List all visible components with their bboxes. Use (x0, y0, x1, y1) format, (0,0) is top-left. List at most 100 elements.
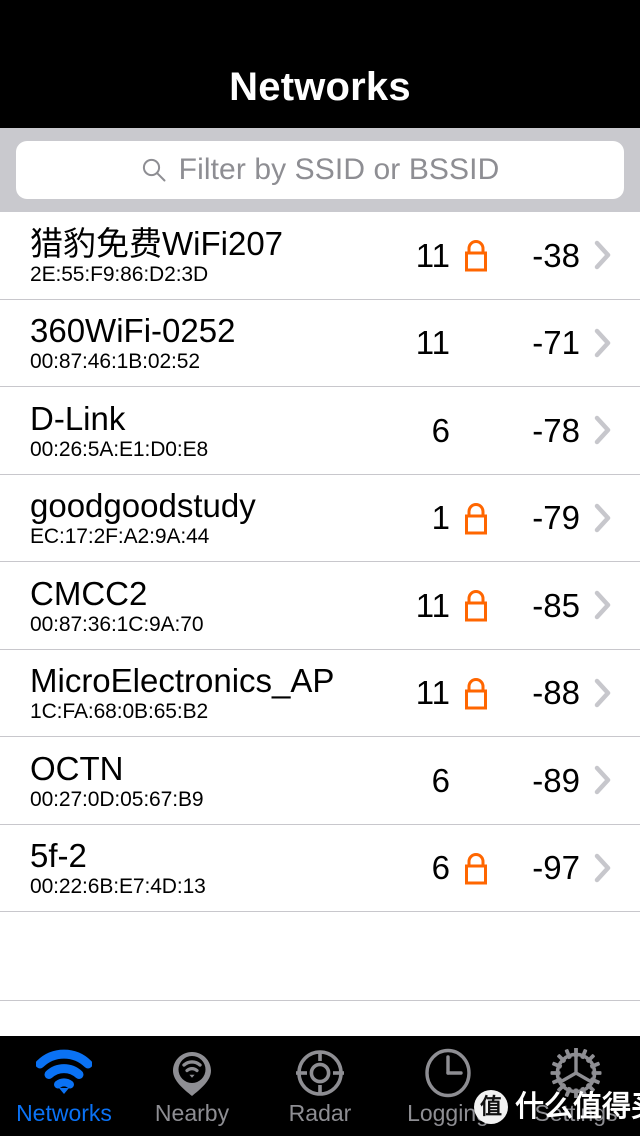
network-rssi: -97 (532, 849, 580, 887)
tab-logging[interactable]: Logging (384, 1036, 512, 1136)
network-info: CMCC2 00:87:36:1C:9A:70 (30, 575, 388, 636)
network-info: MicroElectronics_AP 1C:FA:68:0B:65:B2 (30, 662, 388, 723)
chevron-right-icon (594, 503, 612, 533)
navigation-bar: Networks (0, 0, 640, 128)
gear-icon (548, 1047, 604, 1099)
network-channel: 11 (415, 324, 450, 362)
disclosure-indicator[interactable] (580, 503, 626, 533)
network-metrics: 6 -97 (388, 825, 626, 912)
security-indicator (450, 850, 502, 886)
tab-label: Radar (288, 1100, 352, 1126)
network-bssid: 00:22:6B:E7:4D:13 (30, 875, 206, 899)
empty-row (0, 912, 640, 1001)
app-screen: Networks Filter by SSID or BSSID 猎豹免费WiF… (0, 0, 640, 1136)
tab-networks[interactable]: Networks (0, 1036, 128, 1136)
network-rssi: -88 (532, 674, 580, 712)
disclosure-indicator[interactable] (580, 853, 626, 883)
chevron-right-icon (594, 590, 612, 620)
network-rssi: -79 (532, 499, 580, 537)
network-info: goodgoodstudy EC:17:2F:A2:9A:44 (30, 487, 388, 548)
table-row[interactable]: CMCC2 00:87:36:1C:9A:70 11 -85 (0, 562, 640, 650)
security-indicator (450, 237, 502, 273)
search-placeholder-text: Filter by SSID or BSSID (178, 153, 500, 186)
network-bssid: 00:87:46:1B:02:52 (30, 350, 200, 374)
network-metrics: 1 -79 (388, 475, 626, 562)
network-rssi: -71 (532, 324, 580, 362)
lock-icon (461, 587, 491, 623)
network-ssid: 360WiFi-0252 (30, 314, 236, 350)
network-info: D-Link 00:26:5A:E1:D0:E8 (30, 400, 388, 461)
disclosure-indicator[interactable] (580, 590, 626, 620)
network-metrics: 6 -78 (388, 387, 626, 474)
lock-icon (461, 237, 491, 273)
network-rssi: -85 (532, 586, 580, 624)
network-list[interactable]: 猎豹免费WiFi207 2E:55:F9:86:D2:3D 11 -38 360WiFi… (0, 212, 640, 1036)
table-row[interactable]: 5f-2 00:22:6B:E7:4D:13 6 -97 (0, 825, 640, 912)
network-bssid: 00:87:36:1C:9A:70 (30, 612, 204, 636)
security-indicator (450, 500, 502, 536)
network-ssid: OCTN (30, 751, 124, 787)
security-indicator (450, 587, 502, 623)
tab-label: Nearby (154, 1100, 230, 1126)
network-rssi: -78 (532, 411, 580, 449)
network-ssid: MicroElectronics_AP (30, 664, 335, 700)
security-indicator (450, 675, 502, 711)
tab-label: Networks (16, 1100, 112, 1126)
network-ssid: D-Link (30, 401, 126, 437)
network-ssid: 猎豹免费WiFi207 (30, 226, 284, 262)
tab-bar: Networks Nearby Radar Logging Settings (0, 1036, 640, 1136)
disclosure-indicator[interactable] (580, 328, 626, 358)
clock-icon (420, 1048, 476, 1098)
map-pin-wifi-icon (164, 1048, 220, 1098)
table-row[interactable]: D-Link 00:26:5A:E1:D0:E8 6 -78 (0, 387, 640, 475)
network-info: 5f-2 00:22:6B:E7:4D:13 (30, 837, 388, 898)
network-bssid: EC:17:2F:A2:9A:44 (30, 525, 210, 549)
tab-nearby[interactable]: Nearby (128, 1036, 256, 1136)
disclosure-indicator[interactable] (580, 415, 626, 445)
page-title: Networks (229, 65, 411, 109)
search-input[interactable]: Filter by SSID or BSSID (16, 141, 624, 199)
chevron-right-icon (594, 853, 612, 883)
tab-settings[interactable]: Settings (512, 1036, 640, 1136)
network-metrics: 11 -38 (388, 212, 626, 299)
table-row[interactable]: 猎豹免费WiFi207 2E:55:F9:86:D2:3D 11 -38 (0, 212, 640, 300)
tab-radar[interactable]: Radar (256, 1036, 384, 1136)
table-row[interactable]: 360WiFi-0252 00:87:46:1B:02:52 11 -71 (0, 300, 640, 387)
network-rssi: -38 (532, 236, 580, 274)
network-channel: 1 (431, 499, 450, 537)
network-ssid: CMCC2 (30, 576, 148, 612)
tab-label: Logging (407, 1100, 489, 1126)
table-row[interactable]: goodgoodstudy EC:17:2F:A2:9A:44 1 -79 (0, 475, 640, 562)
network-bssid: 2E:55:F9:86:D2:3D (30, 262, 209, 286)
network-channel: 6 (431, 849, 450, 887)
lock-icon (461, 500, 491, 536)
disclosure-indicator[interactable] (580, 240, 626, 270)
network-bssid: 00:26:5A:E1:D0:E8 (30, 437, 209, 461)
table-row[interactable]: MicroElectronics_AP 1C:FA:68:0B:65:B2 11 -8… (0, 650, 640, 737)
lock-icon (461, 850, 491, 886)
chevron-right-icon (594, 240, 612, 270)
chevron-right-icon (594, 415, 612, 445)
network-channel: 11 (415, 586, 450, 624)
search-icon (141, 157, 167, 183)
network-rssi: -89 (532, 761, 580, 799)
network-bssid: 00:27:0D:05:67:B9 (30, 787, 204, 811)
chevron-right-icon (594, 328, 612, 358)
wifi-icon (35, 1048, 93, 1098)
tab-label: Settings (534, 1100, 618, 1126)
table-row[interactable]: OCTN 00:27:0D:05:67:B9 6 -89 (0, 737, 640, 825)
radar-target-icon (292, 1048, 348, 1098)
disclosure-indicator[interactable] (580, 765, 626, 795)
network-metrics: 11 -88 (388, 650, 626, 737)
network-info: OCTN 00:27:0D:05:67:B9 (30, 750, 388, 811)
network-bssid: 1C:FA:68:0B:65:B2 (30, 700, 209, 724)
chevron-right-icon (594, 765, 612, 795)
network-channel: 11 (415, 236, 450, 274)
network-channel: 11 (415, 674, 450, 712)
disclosure-indicator[interactable] (580, 678, 626, 708)
network-channel: 6 (431, 761, 450, 799)
network-info: 360WiFi-0252 00:87:46:1B:02:52 (30, 312, 388, 373)
network-ssid: 5f-2 (30, 839, 87, 875)
network-metrics: 6 -89 (388, 737, 626, 824)
lock-icon (461, 675, 491, 711)
